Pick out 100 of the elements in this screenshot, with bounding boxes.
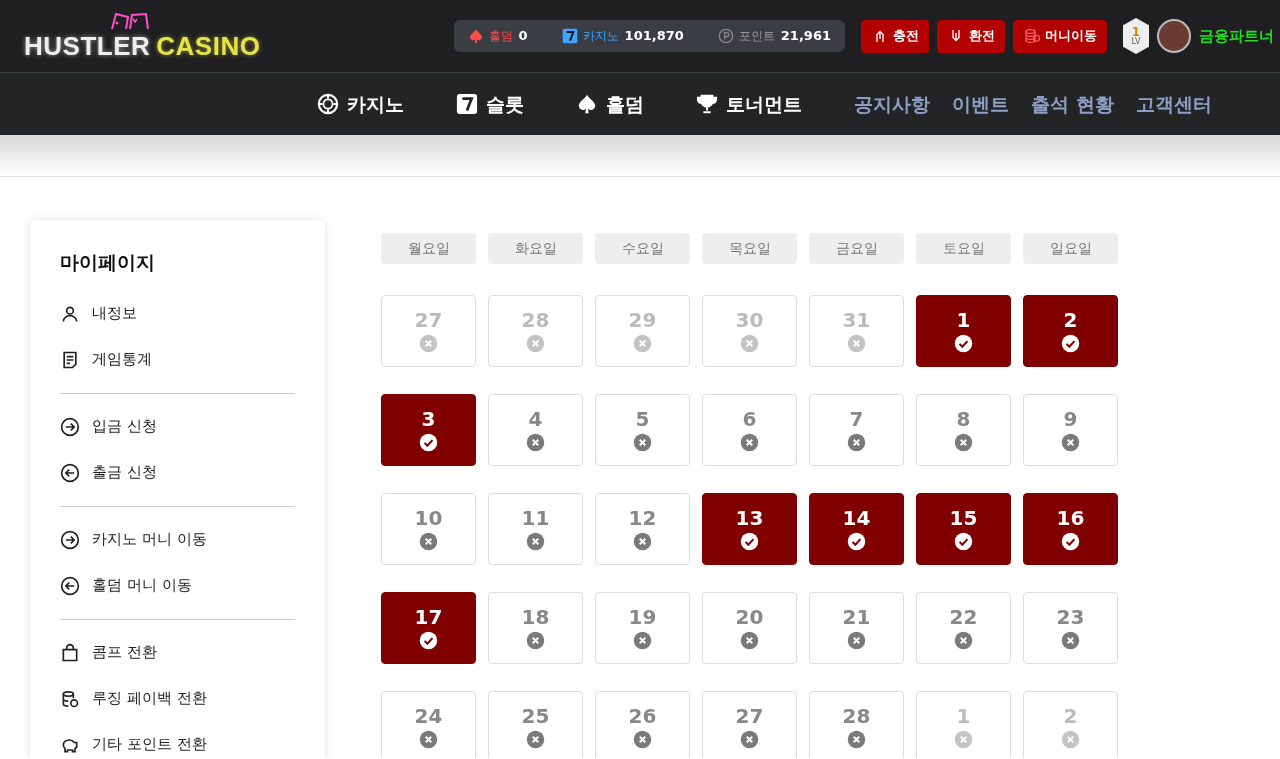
- chip-icon: [317, 93, 339, 115]
- day-number: 24: [414, 705, 443, 726]
- x-circle-icon: [633, 432, 652, 452]
- day-number: 6: [742, 408, 757, 429]
- deposit-button[interactable]: 충전: [861, 19, 929, 53]
- day-number: 10: [414, 507, 443, 528]
- nav-link[interactable]: 카지노: [317, 89, 404, 119]
- x-circle-icon: [526, 630, 545, 650]
- x-circle-icon: [740, 333, 759, 353]
- day-number: 4: [528, 408, 543, 429]
- nav-link[interactable]: 공지사항: [854, 89, 930, 119]
- withdraw-button[interactable]: 환전: [937, 19, 1005, 53]
- day-number: 1: [956, 309, 971, 330]
- check-circle-icon: [419, 432, 438, 452]
- x-circle-icon: [847, 630, 866, 650]
- balance-value: 21,961: [780, 27, 831, 46]
- sidebar-item[interactable]: 기타 포인트 전환: [60, 721, 295, 758]
- check-circle-icon: [740, 531, 759, 551]
- day-number: 29: [628, 309, 657, 330]
- day-number: 18: [521, 606, 550, 627]
- day-number: 16: [1056, 507, 1085, 528]
- coins-icon: [1023, 27, 1041, 45]
- x-circle-icon: [847, 729, 866, 749]
- document-icon: [60, 349, 80, 370]
- day-number: 2: [1063, 309, 1078, 330]
- arrow-circle-icon: [60, 575, 80, 596]
- balance-label: 포인트: [738, 28, 775, 45]
- sidebar-item[interactable]: 콤프 전환: [60, 629, 295, 676]
- weekday-header: 금요일: [809, 233, 904, 264]
- seven-icon: [456, 93, 478, 115]
- x-circle-icon: [419, 333, 438, 353]
- sidebar-item[interactable]: 입금 신청: [60, 403, 295, 450]
- day-number: 15: [949, 507, 978, 528]
- day-number: 26: [628, 705, 657, 726]
- bag-icon: [60, 642, 80, 663]
- nav-link[interactable]: 토너먼트: [696, 89, 802, 119]
- check-circle-icon: [954, 531, 973, 551]
- balance-label: 홀덤: [488, 28, 513, 45]
- x-circle-icon: [526, 333, 545, 353]
- day-number: 2: [1063, 705, 1078, 726]
- x-circle-icon: [954, 729, 973, 749]
- x-circle-icon: [1061, 630, 1080, 650]
- day-number: 1: [956, 705, 971, 726]
- check-circle-icon: [1061, 531, 1080, 551]
- day-number: 7: [849, 408, 864, 429]
- sidebar-item[interactable]: 카지노 머니 이동: [60, 516, 295, 563]
- x-circle-icon: [633, 531, 652, 551]
- arrow-circle-icon: [60, 529, 80, 550]
- x-circle-icon: [1061, 432, 1080, 452]
- coin-icon: [717, 28, 734, 44]
- day-number: 23: [1056, 606, 1085, 627]
- day-number: 28: [842, 705, 871, 726]
- day-number: 19: [628, 606, 657, 627]
- day-number: 5: [635, 408, 650, 429]
- x-circle-icon: [419, 729, 438, 749]
- sidebar-item[interactable]: 홀덤 머니 이동: [60, 562, 295, 609]
- day-number: 14: [842, 507, 871, 528]
- sidebar-item[interactable]: 게임통계: [60, 336, 295, 383]
- user-name[interactable]: 금융파트너: [1199, 24, 1274, 48]
- logo-text: CASINO: [156, 30, 261, 62]
- sidebar-title: 마이페이지: [60, 250, 156, 275]
- day-number: 28: [521, 309, 550, 330]
- x-circle-icon: [633, 333, 652, 353]
- check-circle-icon: [1061, 333, 1080, 353]
- spade-icon: [467, 28, 484, 44]
- trophy-icon: [696, 93, 718, 115]
- day-number: 22: [949, 606, 978, 627]
- day-number: 31: [842, 309, 871, 330]
- balance-value: 101,870: [624, 27, 684, 46]
- sidebar-item[interactable]: 루징 페이백 전환: [60, 675, 295, 722]
- nav-link[interactable]: 슬롯: [456, 89, 524, 119]
- nav-link[interactable]: 홀덤: [576, 89, 644, 119]
- nav-link[interactable]: 고객센터: [1135, 89, 1212, 119]
- day-number: 11: [521, 507, 550, 528]
- day-number: 21: [842, 606, 871, 627]
- sidebar-item[interactable]: 내정보: [60, 290, 295, 337]
- avatar: [1157, 19, 1191, 53]
- x-circle-icon: [1061, 729, 1080, 749]
- day-number: 9: [1063, 408, 1078, 429]
- day-number: 3: [421, 408, 436, 429]
- arrow-circle-icon: [60, 416, 80, 437]
- day-number: 25: [521, 705, 550, 726]
- weekday-header: 일요일: [1023, 233, 1118, 264]
- weekday-header: 토요일: [916, 233, 1011, 264]
- cards-icon: [108, 10, 152, 31]
- nav-link[interactable]: 이벤트: [952, 89, 1009, 119]
- arrow-circle-icon: [60, 462, 80, 483]
- check-circle-icon: [954, 333, 973, 353]
- transfer-button[interactable]: 머니이동: [1013, 19, 1107, 53]
- x-circle-icon: [419, 531, 438, 551]
- nav-link[interactable]: 출석 현황: [1031, 89, 1114, 119]
- day-number: 30: [735, 309, 764, 330]
- weekday-header: 수요일: [595, 233, 690, 264]
- x-circle-icon: [740, 432, 759, 452]
- day-number: 17: [414, 606, 443, 627]
- day-number: 27: [735, 705, 764, 726]
- sidebar-item[interactable]: 출금 신청: [60, 449, 295, 496]
- x-circle-icon: [740, 630, 759, 650]
- weekday-header: 월요일: [381, 233, 476, 264]
- day-number: 8: [956, 408, 971, 429]
